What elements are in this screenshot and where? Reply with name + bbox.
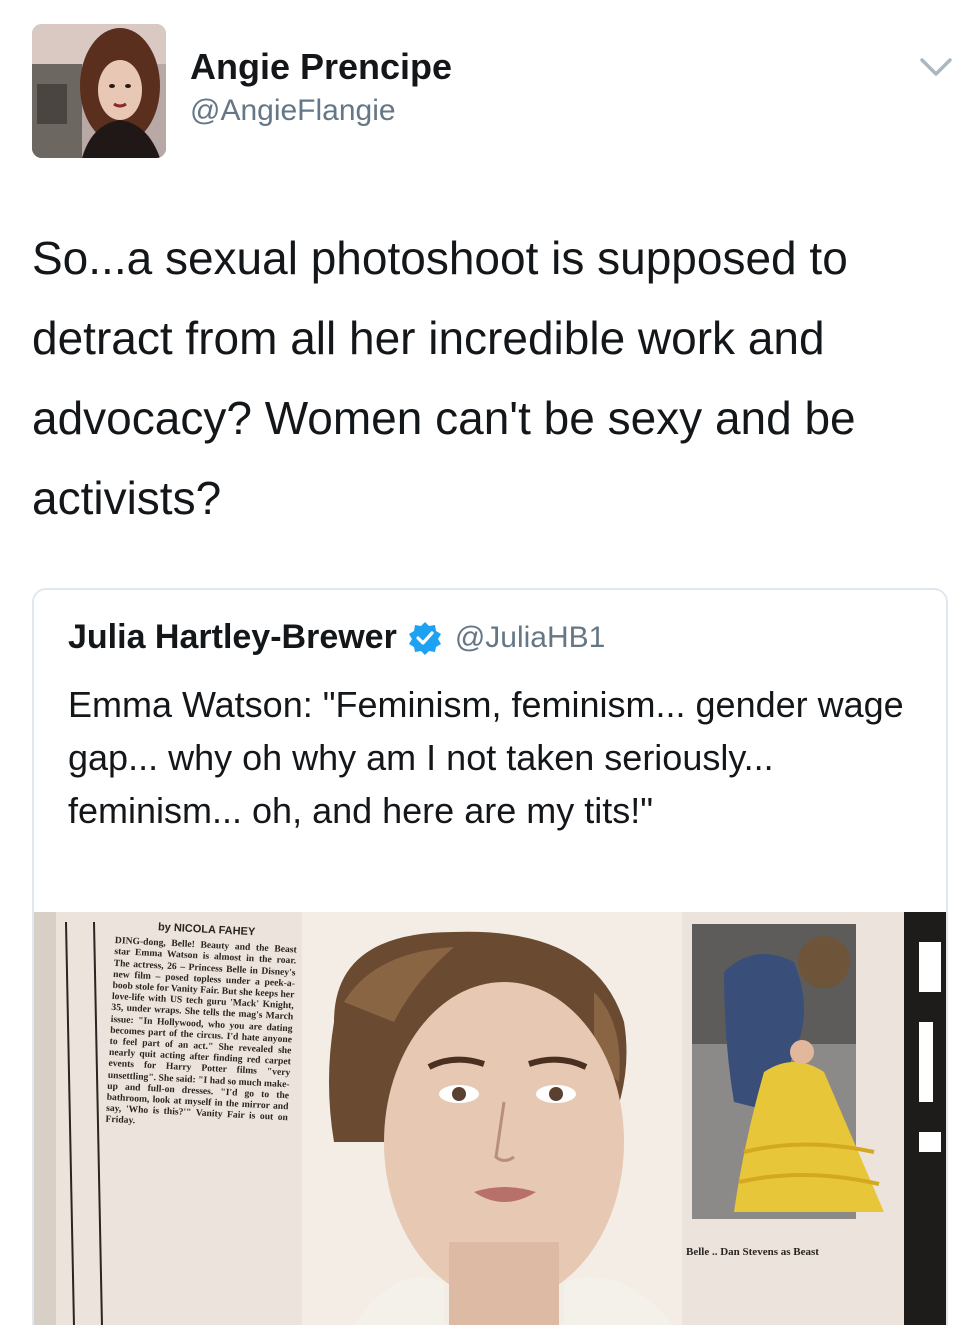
quoted-author-name: Julia Hartley-Brewer (68, 618, 397, 656)
tweet: Angie Prencipe @AngieFlangie So...a sexu… (0, 0, 980, 1325)
quoted-tweet-text: Emma Watson: "Feminism, feminism... gend… (68, 684, 904, 831)
quoted-tweet-card[interactable]: Julia Hartley-Brewer @JuliaHB1 Emma Wats… (32, 588, 948, 1325)
quoted-tweet-image[interactable]: by NICOLA FAHEY DING-dong, Belle! Beauty… (34, 912, 946, 1325)
author-name[interactable]: Angie Prencipe (190, 46, 452, 88)
quoted-tweet-header: Julia Hartley-Brewer @JuliaHB1 (68, 618, 605, 657)
tweet-text: So...a sexual photoshoot is supposed to … (32, 232, 856, 524)
author-avatar[interactable] (32, 24, 166, 158)
photo-caption: Belle .. Dan Stevens as Beast (686, 1246, 819, 1258)
chevron-down-icon[interactable] (918, 52, 954, 80)
verified-badge-icon (408, 621, 441, 655)
article-body: DING-dong, Belle! Beauty and the Beast s… (105, 935, 297, 1127)
newspaper-article: by NICOLA FAHEY DING-dong, Belle! Beauty… (105, 920, 298, 1135)
quoted-author-handle: @JuliaHB1 (454, 620, 606, 654)
author-handle[interactable]: @AngieFlangie (190, 94, 396, 128)
